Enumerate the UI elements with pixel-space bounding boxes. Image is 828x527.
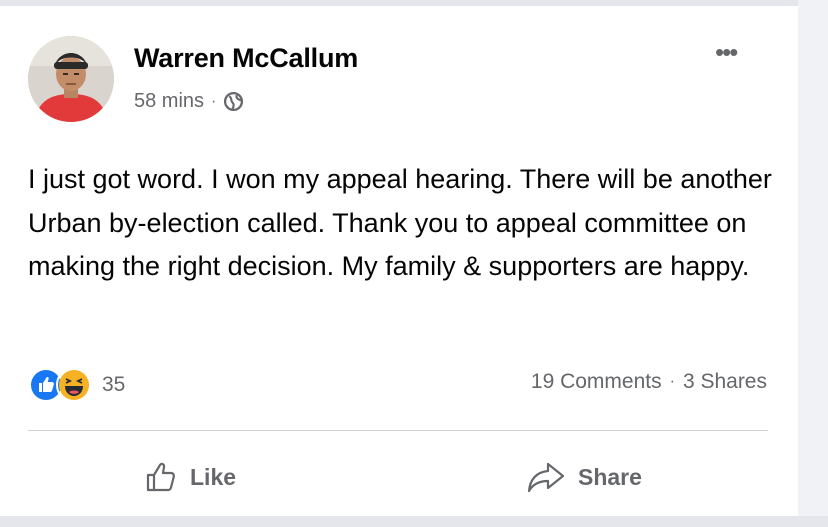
reactions-count: 35 — [102, 373, 126, 396]
avatar[interactable] — [28, 36, 114, 122]
avatar-photo — [28, 36, 114, 122]
stats-separator: · — [669, 373, 675, 390]
post-card: Warren McCallum 58 mins · ••• I just got… — [0, 6, 798, 516]
reactions-summary[interactable]: 35 — [28, 367, 125, 403]
thumbs-up-icon — [146, 462, 175, 492]
post-meta: 58 mins · — [134, 90, 244, 113]
post-timestamp[interactable]: 58 mins — [134, 90, 204, 113]
like-button[interactable]: Like — [144, 452, 236, 502]
actions-divider — [28, 430, 768, 431]
engagement-stats: 19 Comments · 3 Shares — [455, 370, 767, 394]
meta-separator: · — [211, 92, 217, 110]
ellipsis-icon[interactable]: ••• — [715, 39, 738, 65]
share-button[interactable]: Share — [526, 452, 642, 502]
haha-reaction-icon — [56, 367, 92, 403]
feed-background — [798, 0, 828, 527]
globe-icon[interactable] — [223, 91, 244, 112]
feed-separator-bottom — [0, 516, 828, 527]
author-name[interactable]: Warren McCallum — [134, 43, 358, 74]
post-text: I just got word. I won my appeal hearing… — [28, 164, 772, 281]
like-button-label: Like — [190, 463, 237, 490]
comments-count[interactable]: 19 Comments — [531, 370, 662, 394]
share-button-label: Share — [578, 463, 642, 490]
share-arrow-icon — [527, 462, 565, 493]
shares-count[interactable]: 3 Shares — [683, 370, 767, 394]
